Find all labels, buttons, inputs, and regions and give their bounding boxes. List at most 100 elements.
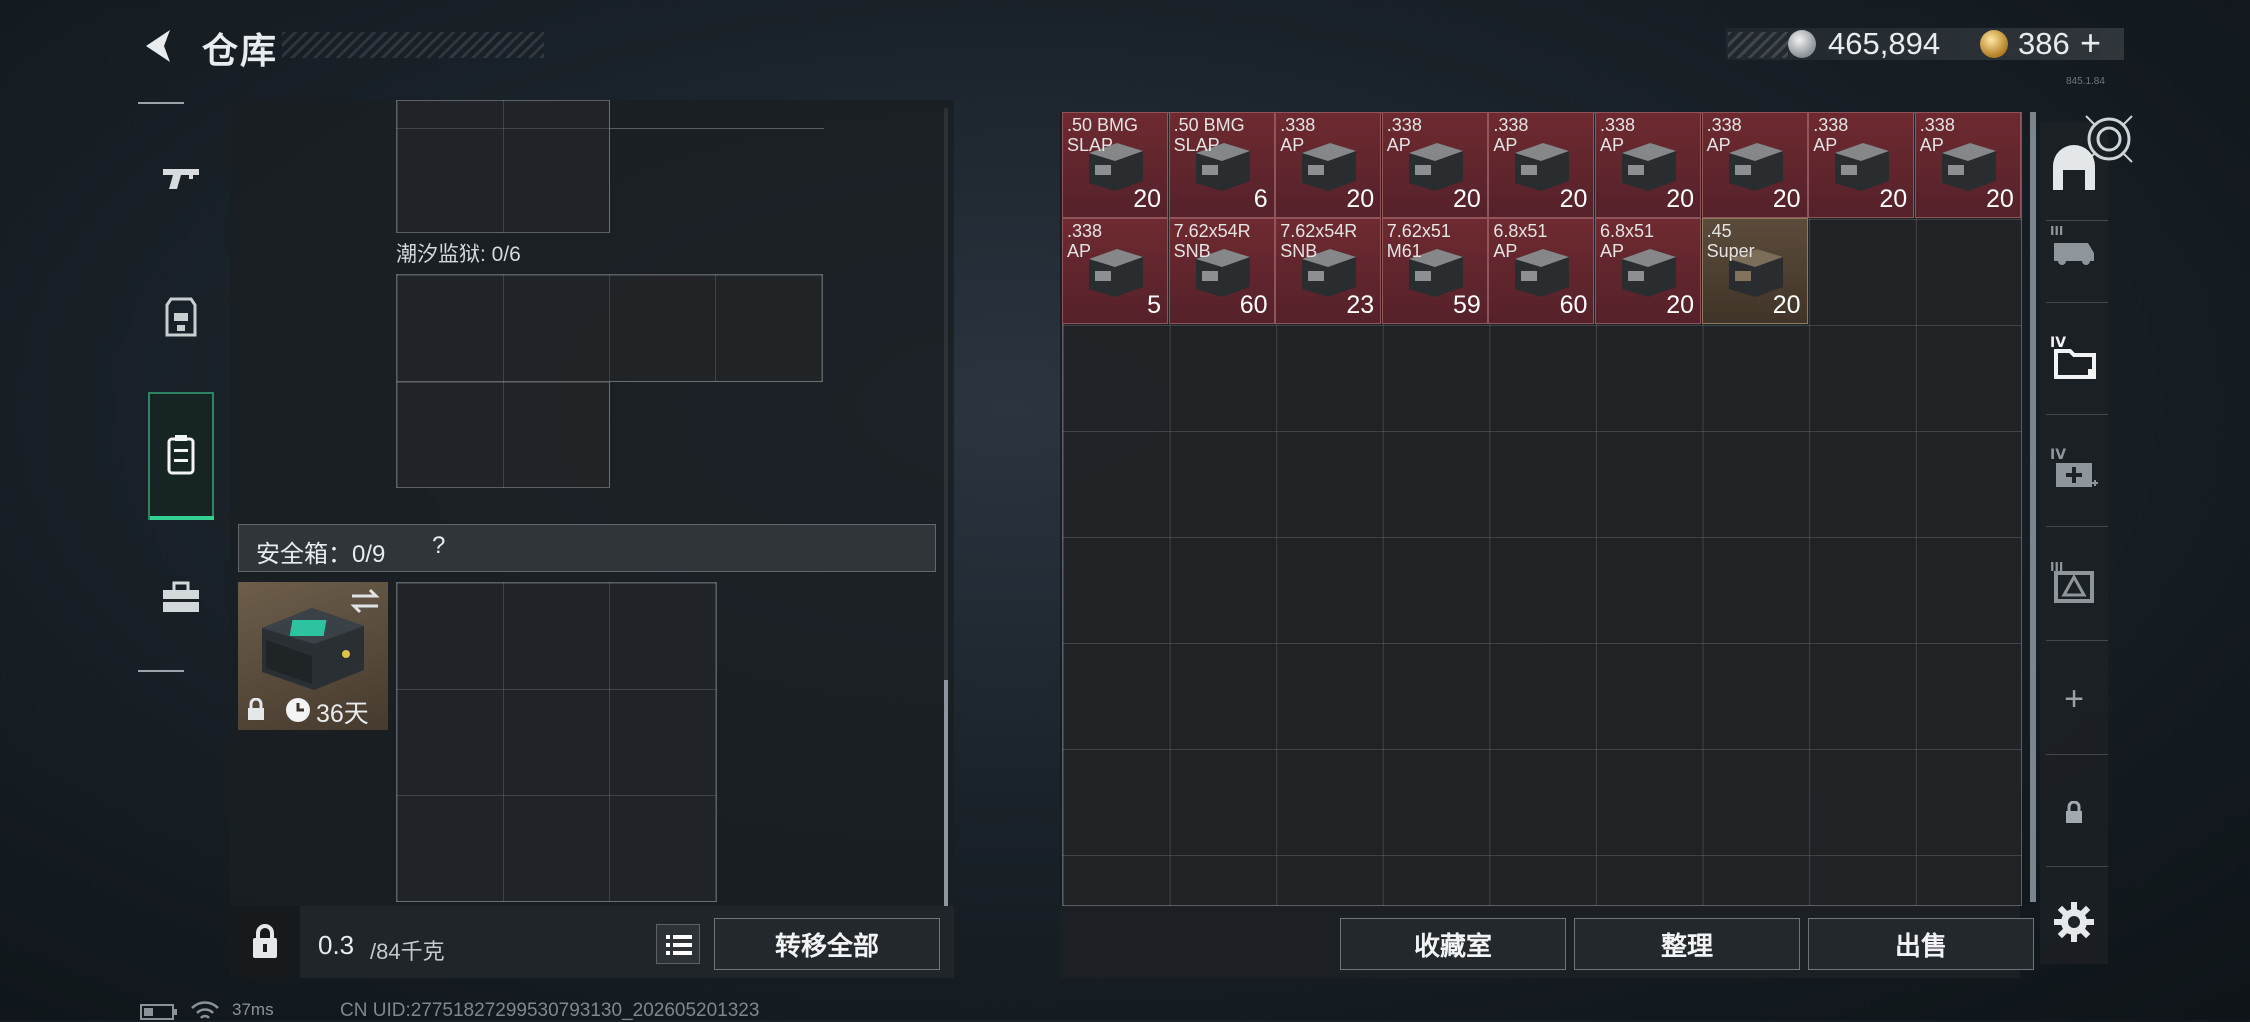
tab-armor[interactable]: [148, 282, 214, 352]
storage-item-name: .338 AP: [1280, 115, 1316, 155]
rail-separator: [2046, 302, 2108, 303]
weight-value: 0.3: [318, 930, 355, 960]
safe-box-grid[interactable]: [396, 582, 717, 902]
storage-item[interactable]: 7.62x54R SNB 23: [1275, 218, 1382, 324]
settings-gear-icon[interactable]: [2052, 900, 2096, 944]
storage-item-name: .50 BMG SLAP: [1173, 115, 1245, 155]
storage-item[interactable]: 7.62x51 M61 59: [1381, 218, 1488, 324]
container-grid-top[interactable]: [396, 100, 610, 233]
safe-box-days-remaining: 36天: [316, 700, 369, 728]
currency-decoration: [1728, 32, 1788, 58]
ping-indicator: 37ms: [232, 1000, 274, 1019]
left-scrollbar-thumb[interactable]: [944, 680, 948, 906]
swap-icon[interactable]: [348, 586, 382, 616]
back-icon[interactable]: [138, 24, 182, 68]
storage-item[interactable]: .338 AP 20: [1914, 112, 2021, 218]
storage-item-name: 6.8x51 AP: [1493, 221, 1548, 261]
silver-coin-icon: [1788, 30, 1816, 58]
storage-item-count: 20: [1772, 291, 1801, 319]
storage-item[interactable]: .338 AP 20: [1381, 112, 1488, 218]
storage-item-name: .45 Super: [1706, 221, 1755, 261]
silver-amount: 465,894: [1828, 26, 1941, 61]
lock-icon: [2066, 801, 2082, 823]
storage-item[interactable]: .338 AP 20: [1701, 112, 1808, 218]
sell-button[interactable]: 出售: [1808, 918, 2034, 970]
svg-text:III: III: [2050, 224, 2063, 238]
collection-room-button[interactable]: 收藏室: [1340, 918, 1566, 970]
storage-item-count: 60: [1239, 291, 1268, 319]
tab-active-indicator: [150, 516, 214, 520]
storage-item[interactable]: .50 BMG SLAP 20: [1062, 112, 1168, 218]
rail-tier-4-folder[interactable]: IV: [2040, 312, 2108, 402]
storage-item-name: .338 AP: [1600, 115, 1636, 155]
storage-item[interactable]: 6.8x51 AP 60: [1488, 218, 1595, 324]
prison-container-label: 潮汐监狱: 0/6: [396, 243, 521, 266]
tier-4-folder-icon: IV: [2050, 335, 2096, 379]
tab-containers-icon-wrap: [148, 420, 214, 490]
storage-item[interactable]: .338 AP 20: [1488, 112, 1595, 218]
storage-item-count: 20: [1452, 185, 1481, 213]
storage-item-name: 7.62x51 M61: [1386, 221, 1451, 261]
storage-item-name: .338 AP: [1706, 115, 1742, 155]
storage-item-count: 20: [1985, 185, 2014, 213]
transfer-all-button[interactable]: 转移全部: [714, 918, 940, 970]
storage-item-name: .338 AP: [1386, 115, 1422, 155]
storage-item-count: 20: [1666, 185, 1694, 213]
list-view-button[interactable]: [656, 924, 700, 964]
storage-item-count: 20: [1879, 185, 1908, 213]
storage-item[interactable]: .338 AP 20: [1595, 112, 1701, 218]
tab-other[interactable]: [148, 562, 214, 632]
version-tag: 845.1.84: [2066, 76, 2105, 87]
pistol-icon: [163, 169, 199, 189]
sort-button[interactable]: 整理: [1574, 918, 1800, 970]
storage-item-name: .338 AP: [1493, 115, 1529, 155]
storage-item[interactable]: .338 AP 5: [1062, 218, 1168, 324]
storage-item-name: 6.8x51 AP: [1600, 221, 1655, 261]
rail-separator: [2046, 754, 2108, 755]
storage-item[interactable]: 6.8x51 AP 20: [1595, 218, 1701, 324]
container-grid-top-edge: [610, 100, 824, 129]
add-gold-button[interactable]: +: [2080, 22, 2101, 64]
rail-tier-3-warning[interactable]: III: [2040, 536, 2108, 626]
storage-item-name: .338 AP: [1813, 115, 1849, 155]
storage-item-name: .50 BMG SLAP: [1067, 115, 1139, 155]
storage-item-count: 59: [1452, 291, 1481, 319]
title-decoration: [282, 32, 544, 58]
backpack-icon: [167, 435, 195, 475]
storage-item[interactable]: .50 BMG SLAP 6: [1168, 112, 1275, 218]
svg-text:IV: IV: [2050, 335, 2066, 351]
gold-amount: 386: [2018, 26, 2070, 61]
rail-tier-3-vehicle[interactable]: III: [2040, 200, 2108, 290]
rail-tier-4-medkit[interactable]: IV: [2040, 424, 2108, 514]
weight-capacity: /84千克: [370, 939, 445, 964]
svg-text:IV: IV: [2050, 447, 2066, 463]
storage-scrollbar[interactable]: [2030, 112, 2036, 902]
tier-4-medkit-icon: IV: [2050, 447, 2098, 487]
storage-item[interactable]: .338 AP 20: [1275, 112, 1382, 218]
safe-box-label: 安全箱：0/9: [256, 541, 386, 568]
prison-grid-row-1[interactable]: [396, 274, 823, 382]
page-title: 仓库: [202, 30, 279, 71]
list-icon: [666, 935, 692, 955]
rail-separator: [2046, 866, 2108, 867]
lock-icon: [248, 698, 264, 720]
storage-item-count: 60: [1559, 291, 1588, 319]
gold-coin-icon: [1980, 30, 2008, 58]
clock-icon: [286, 698, 310, 722]
tab-weapons[interactable]: [148, 144, 214, 214]
storage-item-count: 20: [1772, 185, 1801, 213]
storage-item-count: 20: [1346, 185, 1375, 213]
weight-lock-button[interactable]: [230, 906, 300, 978]
storage-item-name: 7.62x54R SNB: [1280, 221, 1358, 261]
storage-item[interactable]: .45 Super 20: [1701, 218, 1808, 324]
rail-add-button[interactable]: +: [2040, 654, 2108, 744]
tier-3-warning-icon: III: [2050, 560, 2094, 603]
prison-grid-row-2[interactable]: [396, 381, 610, 488]
storage-item[interactable]: .338 AP 20: [1808, 112, 1915, 218]
storage-item-count: 5: [1147, 291, 1161, 319]
rail-locked-slot: [2040, 768, 2108, 858]
safe-box-help-icon[interactable]: ?: [432, 532, 445, 560]
armor-icon: [165, 297, 197, 337]
toolbox-icon: [163, 581, 199, 612]
storage-item[interactable]: 7.62x54R SNB 60: [1168, 218, 1275, 324]
